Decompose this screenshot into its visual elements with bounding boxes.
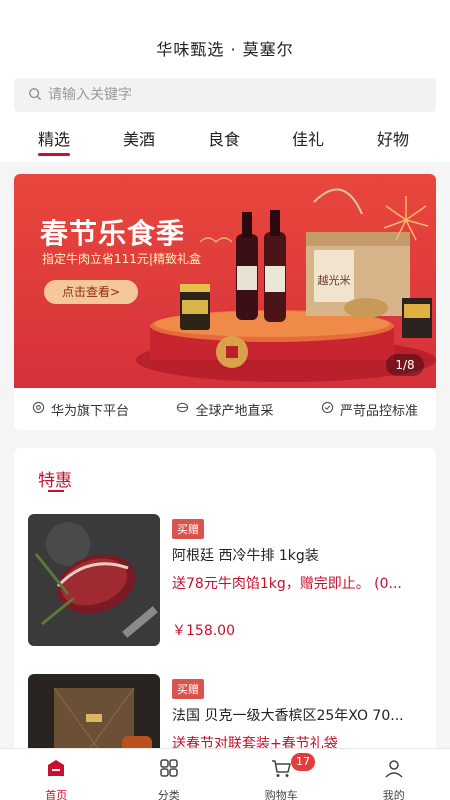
tab-food[interactable]: 良食 [208, 126, 240, 150]
nav-label: 首页 [45, 789, 68, 800]
tab-goods[interactable]: 好物 [377, 126, 409, 150]
page-title: 华味甄选 · 莫塞尔 [156, 40, 294, 59]
promo-banner[interactable]: 越光米 春节乐食季 指定牛肉立省111元|精致礼盒 点击查看> 1/8 [14, 174, 436, 388]
product-name: 法国 贝克一级大香槟区25年XO 70... [172, 708, 404, 724]
nav-category[interactable]: 分类 [113, 749, 226, 800]
feature-platform: 华为旗下平台 [32, 400, 129, 419]
steak-image [28, 514, 160, 646]
search-icon [28, 86, 42, 105]
product-promo: 送78元牛肉馅1kg，赠完即止。 (0... [172, 576, 402, 592]
nav-profile[interactable]: 我的 [338, 749, 450, 800]
banner-subtitle: 指定牛肉立省111元|精致礼盒 [42, 252, 201, 266]
feature-label: 严苛品控标准 [339, 403, 418, 419]
check-circle-icon [321, 401, 340, 418]
product-name: 阿根廷 西冷牛排 1kg装 [172, 548, 319, 564]
category-tabs: 精选 美酒 良食 佳礼 好物 [0, 126, 450, 156]
tab-featured[interactable]: 精选 [38, 126, 71, 156]
feature-quality: 严苛品控标准 [321, 400, 418, 419]
nav-home[interactable]: 首页 [0, 749, 113, 800]
feature-strip: 华为旗下平台 全球产地直采 严苛品控标准 [14, 388, 436, 430]
banner-title: 春节乐食季 [40, 217, 186, 250]
product-price: ￥158.00 [172, 623, 235, 639]
nav-label: 我的 [382, 789, 405, 800]
promo-badge: 买赠 [172, 679, 204, 699]
promo-badge: 买赠 [172, 519, 204, 539]
grid-icon [158, 757, 180, 783]
nav-cart[interactable]: 购物车 17 [225, 749, 338, 800]
nav-label: 分类 [157, 789, 180, 800]
home-icon [45, 757, 67, 783]
svg-text:越光米: 越光米 [318, 273, 351, 287]
feature-sourcing: 全球产地直采 [176, 400, 274, 419]
view-details-button[interactable]: 点击查看> [44, 280, 138, 304]
tab-wine[interactable]: 美酒 [123, 126, 155, 150]
banner-card: 越光米 春节乐食季 指定牛肉立省111元|精致礼盒 点击查看> 1/8 华为旗下… [14, 174, 436, 430]
globe-icon [176, 401, 195, 418]
title-underline [48, 490, 64, 492]
section-title: 特惠 [38, 471, 72, 491]
product-card[interactable]: 买赠 阿根廷 西冷牛排 1kg装 送78元牛肉馅1kg，赠完即止。 (0... … [28, 514, 428, 648]
feature-label: 全球产地直采 [195, 403, 274, 419]
shield-icon [32, 401, 51, 418]
banner-pager: 1/8 [386, 354, 424, 376]
feature-label: 华为旗下平台 [51, 403, 130, 419]
top-header: 华味甄选 · 莫塞尔 精选 美酒 良食 佳礼 好物 [0, 0, 450, 162]
search-bar[interactable] [14, 78, 436, 112]
user-icon [383, 757, 405, 783]
product-info: 买赠 法国 贝克一级大香槟区25年XO 70... 送春节对联套装+春节礼袋 [172, 678, 428, 753]
tab-gifts[interactable]: 佳礼 [292, 126, 324, 150]
nav-label: 购物车 [264, 789, 298, 800]
product-info: 买赠 阿根廷 西冷牛排 1kg装 送78元牛肉馅1kg，赠完即止。 (0... [172, 518, 428, 593]
search-input[interactable] [48, 87, 408, 103]
cart-icon [270, 757, 292, 783]
bottom-nav: 首页 分类 购物车 17 我的 [0, 748, 450, 800]
cart-count-badge: 17 [291, 753, 315, 771]
